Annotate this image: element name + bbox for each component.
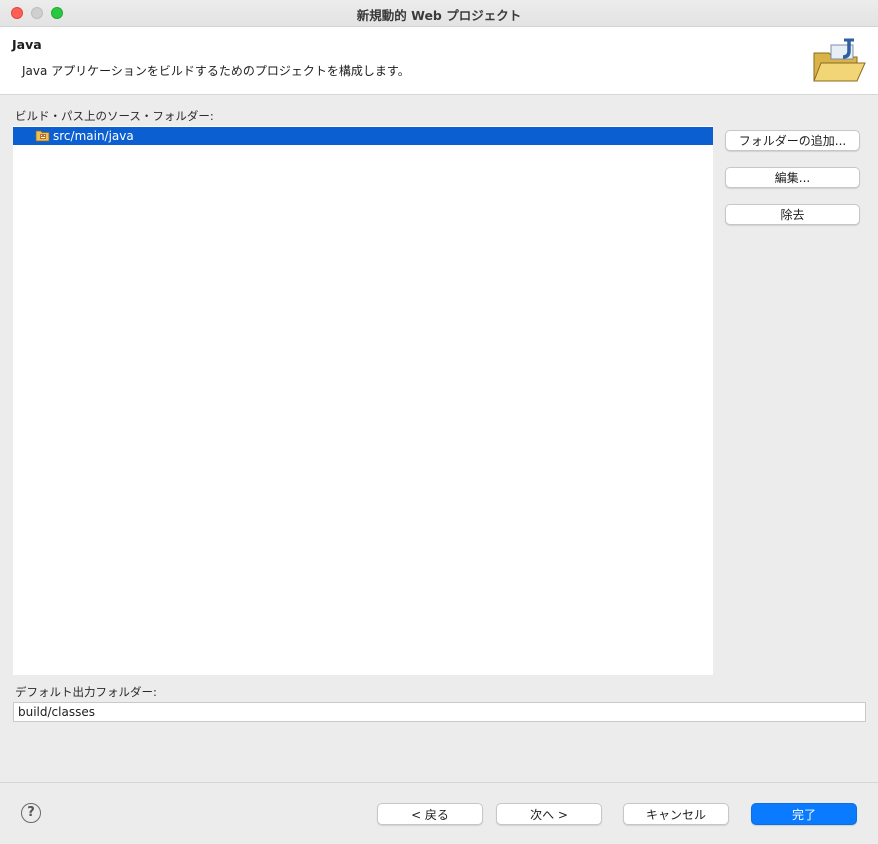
next-button[interactable]: 次へ > [496,803,602,825]
add-folder-button[interactable]: フォルダーの追加... [725,130,860,151]
page-description: Java アプリケーションをビルドするためのプロジェクトを構成します。 [22,64,410,78]
source-folder-icon [35,130,50,142]
output-folder-label: デフォルト出力フォルダー: [15,685,157,699]
source-folders-label: ビルド・パス上のソース・フォルダー: [15,109,214,123]
page-title: Java [12,37,42,52]
java-folder-wizard-icon [813,38,866,82]
output-folder-field[interactable]: build/classes [13,702,866,722]
wizard-header: Java Java アプリケーションをビルドするためのプロジェクトを構成します。 [0,27,878,95]
finish-button[interactable]: 完了 [751,803,857,825]
help-icon[interactable]: ? [21,803,41,823]
footer-divider [0,782,878,783]
tree-item-src-main-java[interactable]: src/main/java [13,127,713,145]
cancel-button[interactable]: キャンセル [623,803,729,825]
window-title: 新規動的 Web プロジェクト [356,8,522,23]
remove-button[interactable]: 除去 [725,204,860,225]
source-folder-tree[interactable]: src/main/java [13,126,713,675]
window-titlebar: 新規動的 Web プロジェクト [0,0,878,27]
tree-item-label: src/main/java [53,129,134,143]
edit-button[interactable]: 編集... [725,167,860,188]
back-button[interactable]: < 戻る [377,803,483,825]
